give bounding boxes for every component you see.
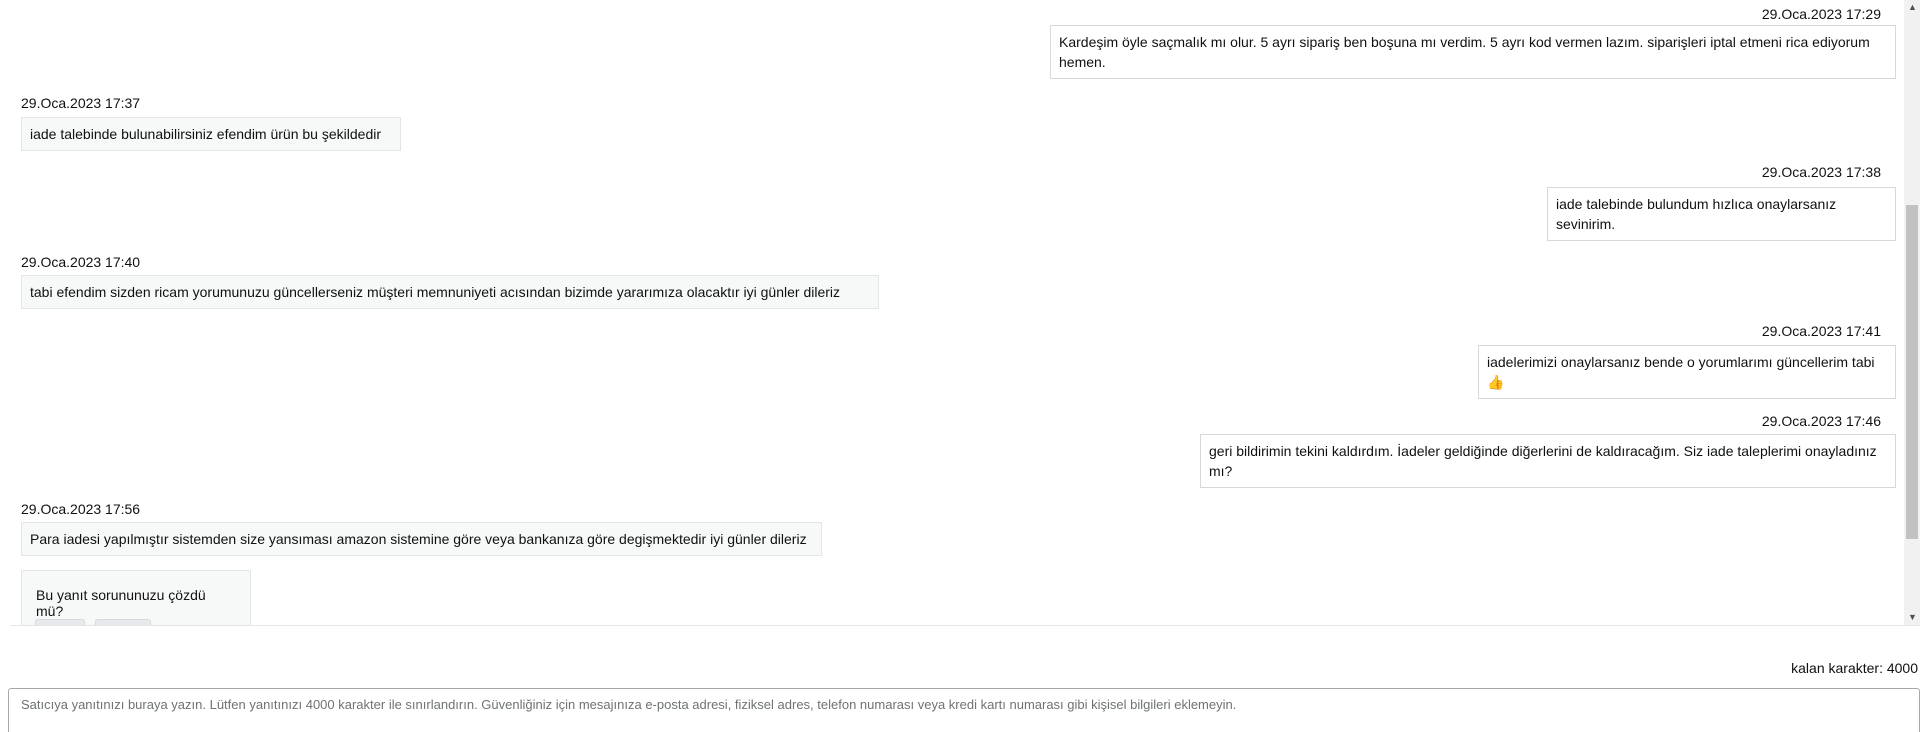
buyer-message: iadelerimizi onaylarsanız bende o yoruml… <box>1478 345 1896 399</box>
scroll-down-arrow-icon[interactable]: ▼ <box>1908 612 1917 622</box>
message-timestamp: 29.Oca.2023 17:38 <box>1761 164 1881 180</box>
message-timestamp: 29.Oca.2023 17:46 <box>1761 413 1881 429</box>
feedback-no-button[interactable] <box>95 619 151 625</box>
vertical-scrollbar[interactable]: ▲ ▼ <box>1904 0 1920 625</box>
buyer-message: Kardeşim öyle saçmalık mı olur. 5 ayrı s… <box>1050 25 1896 79</box>
message-timestamp: 29.Oca.2023 17:40 <box>21 254 141 270</box>
remaining-characters: kalan karakter: 4000 <box>1791 660 1918 676</box>
message-timestamp: 29.Oca.2023 17:37 <box>21 95 141 111</box>
seller-message: iade talebinde bulunabilirsiniz efendim … <box>21 117 401 151</box>
buyer-message: iade talebinde bulundum hızlıca onaylars… <box>1547 187 1896 241</box>
scrollbar-thumb[interactable] <box>1906 205 1918 539</box>
message-thread[interactable]: 29.Oca.2023 17:29 Kardeşim öyle saçmalık… <box>10 0 1920 626</box>
feedback-prompt: Bu yanıt sorununuzu çözdü mü? <box>21 570 251 625</box>
seller-message: tabi efendim sizden ricam yorumunuzu gün… <box>21 275 879 309</box>
reply-input[interactable] <box>8 688 1920 732</box>
feedback-question: Bu yanıt sorununuzu çözdü mü? <box>36 587 206 619</box>
message-timestamp: 29.Oca.2023 17:56 <box>21 501 141 517</box>
message-timestamp: 29.Oca.2023 17:41 <box>1761 323 1881 339</box>
buyer-message: geri bildirimin tekini kaldırdım. İadele… <box>1200 434 1896 488</box>
scroll-up-arrow-icon[interactable]: ▲ <box>1908 2 1917 12</box>
feedback-yes-button[interactable] <box>35 619 85 625</box>
message-timestamp: 29.Oca.2023 17:29 <box>1761 6 1881 22</box>
seller-message: Para iadesi yapılmıştır sistemden size y… <box>21 522 822 556</box>
